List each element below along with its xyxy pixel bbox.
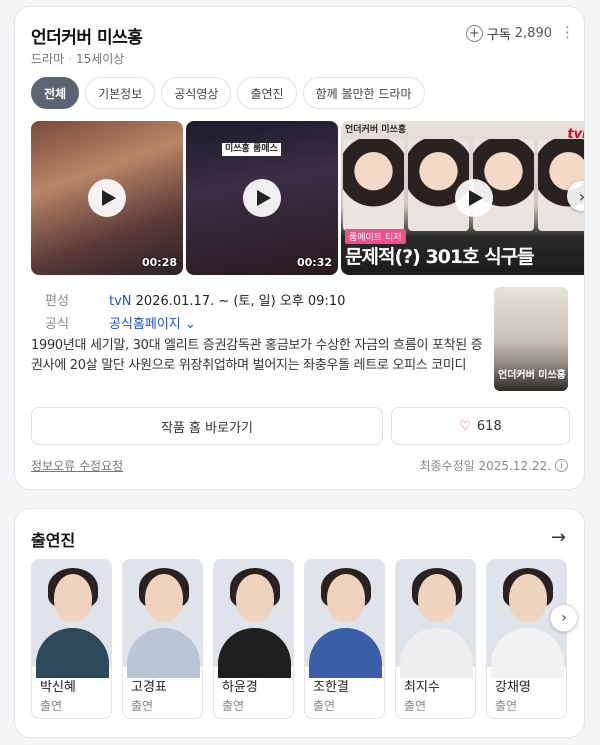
cast-name: 박신혜	[40, 680, 76, 695]
like-count: 618	[476, 418, 502, 434]
drama-poster[interactable]: 언더커버 미쓰홍	[494, 287, 568, 391]
cast-name: 하윤경	[222, 680, 258, 695]
cast-member[interactable]: 박신혜출연	[31, 559, 112, 719]
video-duration: 00:28	[141, 256, 177, 269]
cast-photo	[396, 560, 475, 678]
video-thumbnail[interactable]: 00:28	[31, 121, 183, 275]
cast-card: 출연진 → 박신혜 출연 고경표 출연 하윤경 출연 조한결 출연 최지수 출연 강채영 출연 ›	[14, 508, 585, 738]
cast-role: 출연	[131, 699, 154, 713]
broadcast-schedule: 2026.01.17. ~ (토, 일) 오후 09:10	[135, 294, 346, 309]
cast-name: 최지수	[404, 680, 440, 695]
cast-member[interactable]: 강채영출연	[486, 559, 567, 719]
drama-info-card: 언더커버 미쓰홍 드라마 · 15세이상 + 구독 2,890 ⋮ 전체 기본정보 …	[14, 6, 585, 490]
teaser-headline: 문제적(?) 301호 식구들	[345, 246, 535, 268]
official-label: 공식	[45, 317, 69, 332]
last-updated-text: 최종수정일 2025.12.22.	[419, 459, 551, 473]
channel-logo: tvN	[567, 127, 584, 142]
broadcast-info: tvN 2026.01.17. ~ (토, 일) 오후 09:10	[109, 290, 345, 309]
cast-photo	[123, 560, 202, 678]
cast-member[interactable]: 조한결출연	[304, 559, 385, 719]
poster-title: 언더커버 미쓰홍	[498, 370, 566, 381]
video-carousel: 00:28 미쓰홍 룸메스 00:32 언더커버 미쓰홍 tvN 룸메이트 티저…	[31, 121, 584, 275]
cast-member[interactable]: 고경표출연	[122, 559, 203, 719]
chevron-down-icon: ⌄	[184, 317, 196, 332]
report-error-link[interactable]: 정보오류 수정요청	[31, 457, 123, 474]
info-icon[interactable]: i	[555, 459, 568, 472]
drama-meta: 드라마 · 15세이상	[31, 52, 125, 66]
subscribe-label: 구독	[486, 28, 511, 43]
broadcast-label: 편성	[45, 294, 69, 309]
genre-label: 드라마	[31, 52, 65, 66]
cast-role: 출연	[313, 699, 336, 713]
cast-name: 강채영	[495, 680, 531, 695]
more-vertical-icon[interactable]: ⋮	[560, 25, 575, 40]
cast-role: 출연	[40, 699, 63, 713]
subscribe-button[interactable]: + 구독 2,890	[465, 24, 552, 43]
arrow-right-icon[interactable]: →	[551, 527, 566, 548]
tab-bar: 전체 기본정보 공식영상 출연진 함께 볼만한 드라마	[31, 77, 425, 109]
age-rating: 15세이상	[75, 52, 125, 66]
video-thumbnail[interactable]: 미쓰홍 룸메스 00:32	[186, 121, 338, 275]
plus-icon: +	[465, 25, 483, 42]
cast-photo	[32, 560, 111, 678]
cast-name: 고경표	[131, 680, 167, 695]
video-duration: 00:32	[296, 256, 332, 269]
official-site-link[interactable]: 공식홈페이지 ⌄	[109, 313, 196, 332]
synopsis: 1990년대 세기말, 30대 엘리트 증권감독관 홍금보가 수상한 자금의 흐…	[31, 338, 483, 373]
tab-all[interactable]: 전체	[31, 77, 80, 109]
channel-link[interactable]: tvN	[109, 294, 132, 309]
video-thumbnail[interactable]: 언더커버 미쓰홍 tvN 룸메이트 티저 문제적(?) 301호 식구들 ›	[341, 121, 584, 275]
play-icon[interactable]	[455, 179, 493, 217]
subscribe-count: 2,890	[514, 26, 552, 41]
cast-section-title[interactable]: 출연진	[31, 527, 75, 551]
like-button[interactable]: ♡ 618	[391, 407, 570, 445]
cast-photo	[305, 560, 384, 678]
drama-home-button[interactable]: 작품 홈 바로가기	[31, 407, 383, 445]
last-updated: 최종수정일 2025.12.22. i	[419, 457, 568, 474]
tab-cast[interactable]: 출연진	[237, 77, 297, 109]
show-logo: 언더커버 미쓰홍	[345, 125, 407, 135]
play-icon[interactable]	[88, 179, 126, 217]
cast-member[interactable]: 최지수출연	[395, 559, 476, 719]
cast-name: 조한결	[313, 680, 349, 695]
tab-official-video[interactable]: 공식영상	[161, 77, 232, 109]
cast-photo	[214, 560, 293, 678]
chevron-right-icon[interactable]: ›	[550, 604, 578, 632]
video-caption: 미쓰홍 룸메스	[222, 143, 281, 156]
tab-basic-info[interactable]: 기본정보	[85, 77, 156, 109]
heart-icon: ♡	[459, 418, 471, 434]
cast-role: 출연	[404, 699, 427, 713]
tab-related-dramas[interactable]: 함께 볼만한 드라마	[302, 77, 425, 109]
drama-title[interactable]: 언더커버 미쓰홍	[31, 23, 143, 48]
play-icon[interactable]	[243, 179, 281, 217]
official-site-text: 공식홈페이지	[109, 317, 181, 332]
cast-list: 박신혜 출연 고경표 출연 하윤경 출연 조한결 출연 최지수 출연 강채영 출연	[31, 559, 567, 719]
cast-member[interactable]: 하윤경출연	[213, 559, 294, 719]
cast-role: 출연	[495, 699, 518, 713]
cast-role: 출연	[222, 699, 245, 713]
